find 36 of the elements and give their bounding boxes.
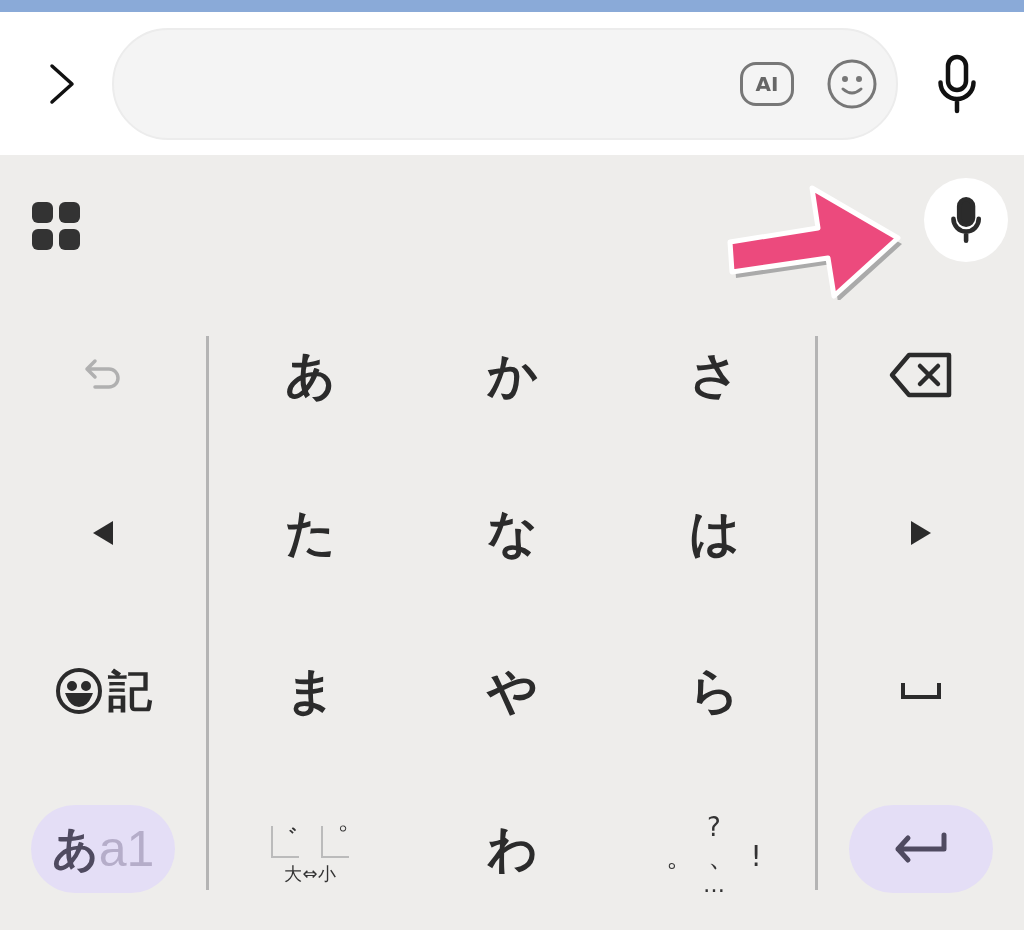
microphone-icon [949,196,983,243]
dakuten-key[interactable]: ゛ ゜ 大⇔小 [271,826,349,884]
space-icon[interactable] [901,683,941,699]
punctuation-mark: ! [750,841,762,873]
punctuation-mark: 、 [708,841,737,873]
microphone-icon [936,53,978,114]
microphone-button[interactable] [936,53,978,114]
ai-button[interactable]: AI [740,61,794,106]
size-toggle-label: 大⇔小 [284,864,336,884]
kana-key[interactable]: た [209,454,411,612]
kana-key[interactable]: ま [209,612,411,770]
symbol-key[interactable]: 記 [54,661,152,721]
kana-key[interactable]: や [411,612,613,770]
enter-icon [894,832,948,866]
kana-key[interactable]: わ [411,770,613,928]
dakuten-mark: ゜ [321,826,349,859]
punctuation-key[interactable]: ? 。 、 ! … [666,813,762,897]
smiley-icon [54,666,104,716]
kana-key[interactable]: は [613,454,815,612]
smiley-icon[interactable] [826,57,878,110]
question-mark: ? [707,813,721,842]
backspace-icon[interactable] [889,352,953,398]
kana-key[interactable]: あ [209,296,411,454]
grid-icon[interactable] [32,201,80,250]
kana-key[interactable]: ら [613,612,815,770]
kana-key[interactable]: か [411,296,613,454]
kana-key[interactable]: さ [613,296,815,454]
ellipsis-mark: … [703,872,725,897]
dakuten-mark: ゛ [271,826,299,859]
right-arrow-icon[interactable] [909,519,933,547]
mode-option: あ [51,818,99,880]
left-arrow-icon[interactable] [91,519,115,547]
kana-key[interactable]: な [411,454,613,612]
punctuation-mark: 。 [666,841,695,873]
message-field[interactable]: AI [112,27,898,140]
expand-icon[interactable] [48,61,76,106]
